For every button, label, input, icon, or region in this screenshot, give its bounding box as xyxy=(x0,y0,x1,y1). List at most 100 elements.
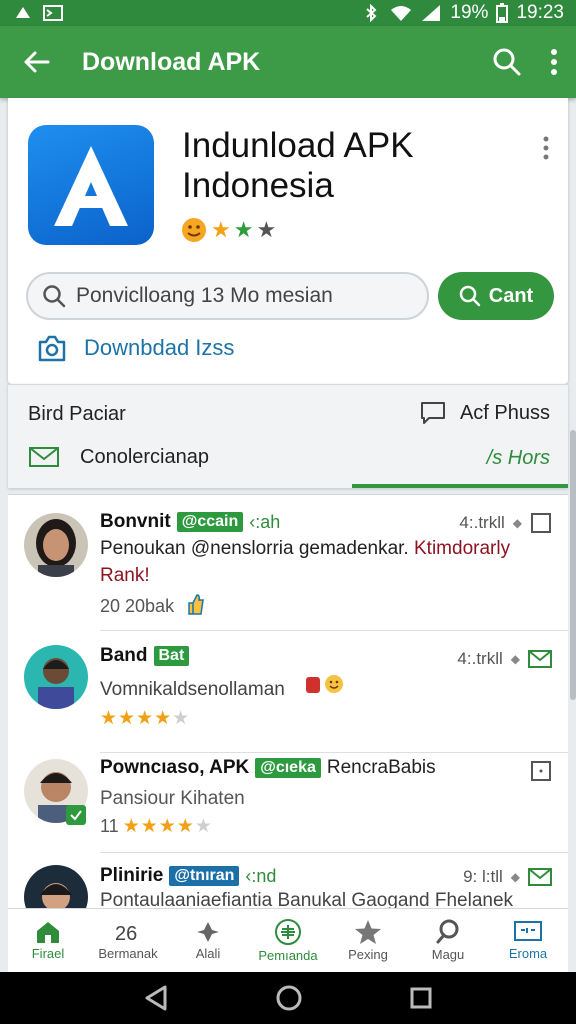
comment-icon xyxy=(420,402,445,424)
drink-emoji-icon xyxy=(304,675,344,700)
filter-option-label: Acf Phuss xyxy=(459,401,550,424)
back-triangle-icon[interactable] xyxy=(143,984,169,1012)
nav-label: Pemıanda xyxy=(258,948,318,963)
overflow-menu-icon[interactable] xyxy=(550,48,558,76)
app-logo[interactable] xyxy=(28,125,154,245)
user-badge: @cıeka xyxy=(255,758,321,778)
reviewer-name: Band xyxy=(100,645,148,666)
list-item[interactable]: Powncıaso, APK @cıeka RencraBabis Pansio… xyxy=(8,753,568,853)
user-badge: @ccain xyxy=(176,512,244,532)
avatar xyxy=(24,645,88,709)
add-circle-icon xyxy=(275,919,301,945)
download-link-label: Downbdad Izss xyxy=(84,335,235,360)
review-text: Pontaulaaniaefiantia Banukal Gaogand Fhe… xyxy=(100,890,514,908)
filter-option[interactable]: Acf Phuss xyxy=(420,401,550,425)
terminal-notification-icon xyxy=(43,5,63,21)
app-options-icon[interactable] xyxy=(542,136,550,160)
app-info-card: Indunload APK Indonesia ★ ★ ★ Ponvicl​lo… xyxy=(8,98,568,384)
dot-icon: ◆ xyxy=(510,652,520,666)
category-label: Conolercianap xyxy=(80,445,209,468)
mail-icon xyxy=(29,447,59,467)
search-field[interactable]: Ponvicl​loang 13 Mo mesian xyxy=(26,272,429,320)
nav-label: Magu xyxy=(431,947,465,962)
bluetooth-icon xyxy=(366,4,377,22)
verified-badge-icon xyxy=(66,805,86,825)
nav-label: Alali xyxy=(195,946,221,961)
list-item[interactable]: Band Bat 4:.trkll ◆ Vomnikaldsenollaman … xyxy=(8,631,568,753)
mail-icon[interactable] xyxy=(528,649,552,669)
list-item[interactable]: Bonvnit @ccain ‹:ah 4:.trkll ◆ Penoukan … xyxy=(8,495,568,631)
reviewer-handle: RencraBabis xyxy=(326,757,436,778)
app-name: Indunload APK Indonesia xyxy=(182,126,414,205)
nav-item-alali[interactable]: Alali xyxy=(168,909,248,972)
nav-label: Firael xyxy=(31,946,65,961)
review-text: Penoukan @nenslorria gemadenkar. Ktimdor… xyxy=(100,535,540,589)
puzzle-icon xyxy=(197,922,219,942)
list-item[interactable]: Plinirie @tnıran ‹:nd 9: l:tll ◆ Pontaul… xyxy=(8,853,568,908)
user-photo-icon xyxy=(24,513,88,577)
status-bar: 19% 19:23 xyxy=(0,0,576,26)
user-photo-icon xyxy=(24,865,88,908)
filter-bar: Bird Paciar Acf Phuss Conolercianap /s H… xyxy=(8,384,568,488)
category-option[interactable]: Conolercianap xyxy=(28,445,209,469)
scrollbar[interactable] xyxy=(570,430,576,700)
mail-icon[interactable] xyxy=(528,867,552,887)
camera-icon xyxy=(38,335,66,362)
review-text-main: Penoukan @nenslorria gemadenkar. xyxy=(100,538,409,559)
checkbox-icon[interactable] xyxy=(530,761,552,781)
nav-item-home[interactable]: Firael xyxy=(8,909,88,972)
avatar xyxy=(24,865,88,908)
reviewer-name: Powncıaso, APK xyxy=(100,757,250,778)
star-rating-icon: ★★★★★ xyxy=(100,708,191,729)
nav-item-add[interactable]: Pemıanda xyxy=(248,909,328,972)
thumbs-up-emoji-icon xyxy=(186,593,204,620)
page-title: Download APK xyxy=(82,47,261,76)
review-list: Bonvnit @ccain ‹:ah 4:.trkll ◆ Penoukan … xyxy=(8,494,568,908)
reviewer-handle: ‹:nd xyxy=(245,865,277,886)
review-text-main: Vomnikaldsenollaman xyxy=(100,679,285,700)
reviewer-handle: ‹:ah xyxy=(249,511,281,532)
search-icon xyxy=(43,285,66,308)
nav-item-tv[interactable]: Eroma xyxy=(488,909,568,972)
star-rating-icon: ★★★★★ xyxy=(122,816,213,837)
review-meta: 4:.trkll xyxy=(457,649,503,668)
user-badge: Bat xyxy=(153,646,190,666)
nav-item-rating[interactable]: Pexing xyxy=(328,909,408,972)
battery-percent: 19% xyxy=(450,2,489,23)
reviewer-name: Bonvnit xyxy=(100,511,171,532)
search-button[interactable]: Cant xyxy=(438,272,554,320)
active-tab-indicator xyxy=(352,484,568,488)
checkbox-icon[interactable] xyxy=(530,513,552,533)
view-all-link[interactable]: /s Hors xyxy=(487,447,550,470)
bottom-nav: Firael 26 Bermanak Alali Pemıanda Pexing… xyxy=(8,908,568,972)
tv-icon xyxy=(514,921,542,941)
user-badge: @tnıran xyxy=(169,866,240,886)
reviewer-name: Plinirie xyxy=(100,865,164,886)
star-icon: ★ xyxy=(233,217,254,242)
numbers-icon: 26 xyxy=(115,923,137,944)
search-button-label: Cant xyxy=(488,284,534,307)
search-icon xyxy=(436,919,459,944)
dot-icon: ◆ xyxy=(512,516,522,530)
clock: 19:23 xyxy=(516,2,564,23)
letter-a-logo-icon xyxy=(54,146,128,226)
review-meta: 9: l:tll xyxy=(463,867,503,886)
nav-label: Eroma xyxy=(508,946,548,961)
home-circle-icon[interactable] xyxy=(275,984,303,1012)
user-photo-icon xyxy=(24,645,88,709)
search-icon[interactable] xyxy=(492,47,522,77)
review-text: Vomnikaldsenollaman xyxy=(100,673,540,703)
nav-item-numbers[interactable]: 26 Bermanak xyxy=(88,909,168,972)
nav-label: Pexing xyxy=(348,947,388,962)
back-button[interactable] xyxy=(18,44,54,80)
sort-label[interactable]: Bird Paciar xyxy=(28,403,126,426)
search-icon xyxy=(459,285,481,307)
smiley-emoji-icon xyxy=(182,218,206,242)
arrow-left-icon xyxy=(24,51,50,73)
nav-item-search[interactable]: Magu xyxy=(408,909,488,972)
wifi-icon xyxy=(391,6,412,21)
system-nav-bar xyxy=(0,972,576,1024)
recents-square-icon[interactable] xyxy=(409,986,433,1010)
download-link[interactable]: Downbdad Izss xyxy=(36,332,234,364)
review-date: 20 20bak xyxy=(100,596,175,616)
